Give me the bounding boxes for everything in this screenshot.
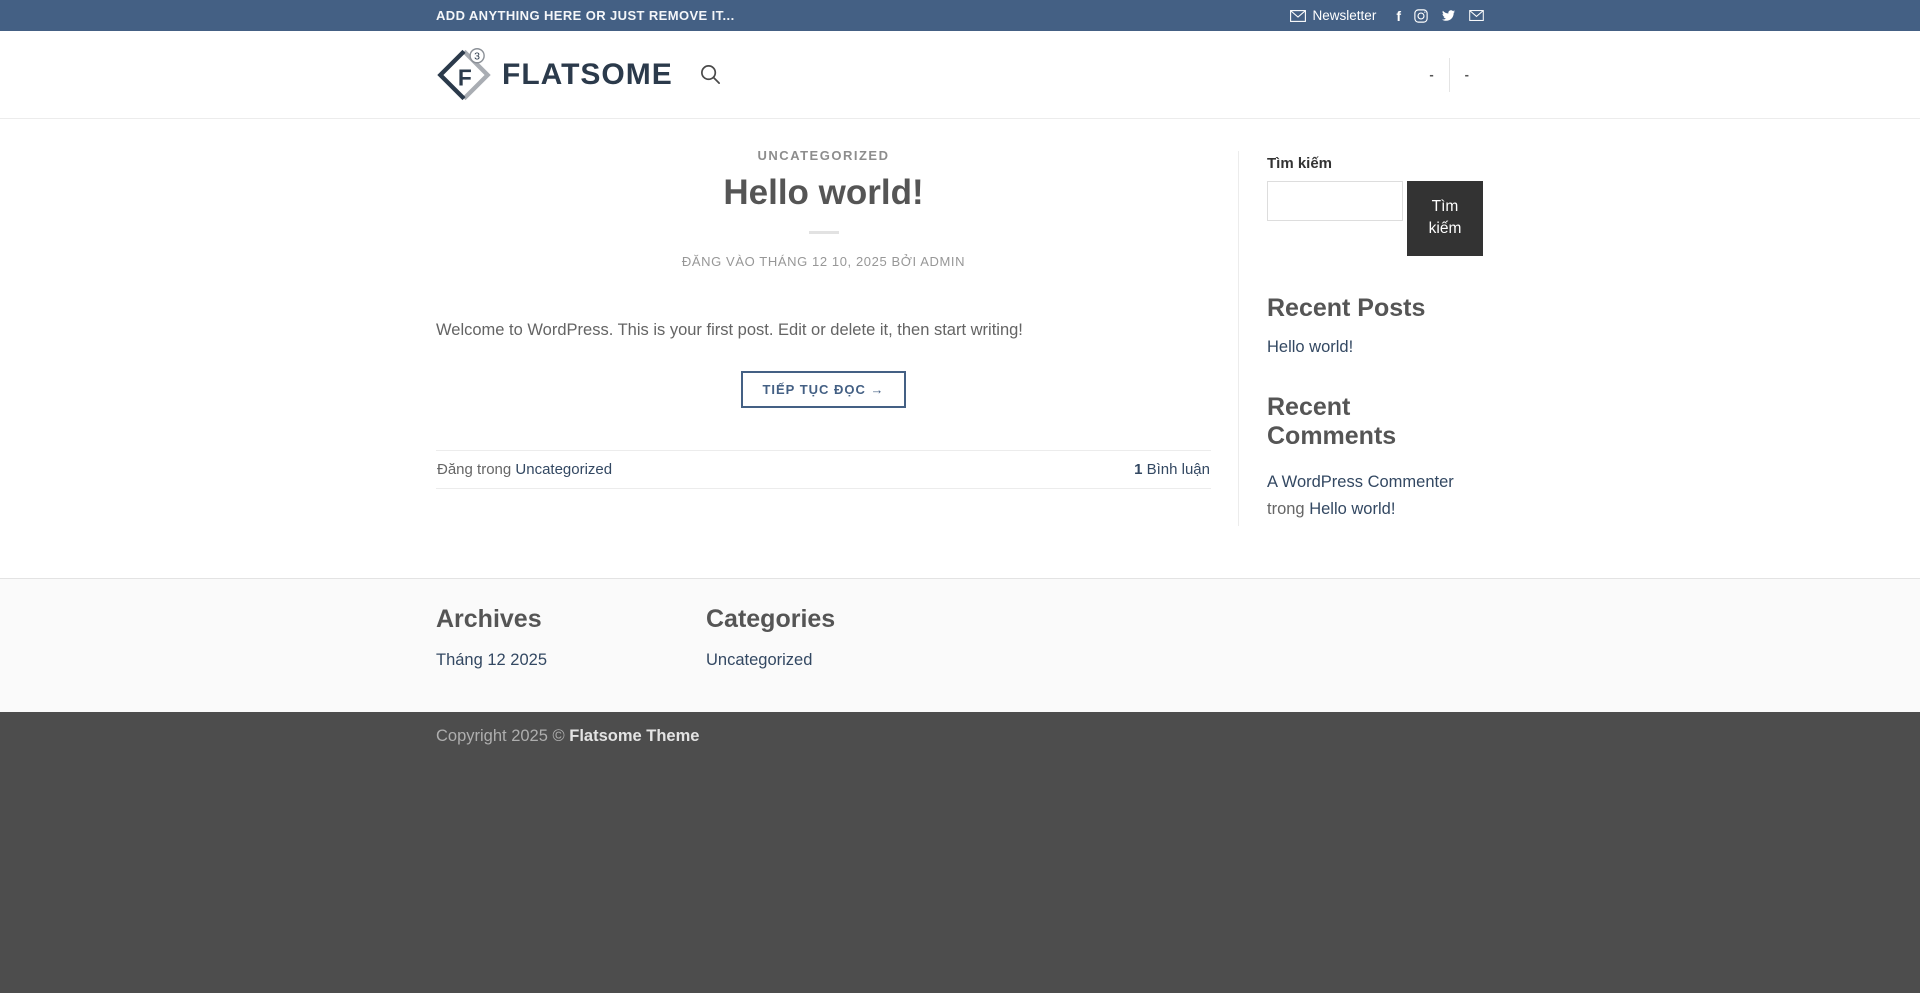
archives-title: Archives [436, 605, 706, 634]
recent-posts-title: Recent Posts [1267, 294, 1483, 323]
sidebar-search-label: Tìm kiếm [1267, 155, 1483, 172]
email-icon[interactable] [1469, 10, 1484, 21]
post-byline: ĐĂNG VÀO THÁNG 12 10, 2025 BỞI ADMIN [436, 254, 1211, 269]
header-nav: - - [1414, 58, 1484, 92]
categories-title: Categories [706, 605, 976, 634]
archive-link[interactable]: Tháng 12 2025 [436, 651, 547, 669]
sidebar: Tìm kiếm Tìm kiếm Recent Posts Hello wor… [1267, 119, 1483, 578]
comment-connector: trong [1267, 500, 1309, 518]
read-more-button[interactable]: TIẾP TỤC ĐỌC → [741, 371, 905, 408]
announcement-text: ADD ANYTHING HERE OR JUST REMOVE IT... [436, 8, 735, 23]
copyright-prefix: Copyright 2025 © [436, 727, 569, 745]
svg-text:F: F [458, 64, 472, 90]
sidebar-search-input[interactable] [1267, 181, 1403, 221]
posted-in: Đăng trong Uncategorized [437, 461, 612, 478]
recent-comments-widget: Recent Comments A WordPress Commenter tr… [1267, 393, 1483, 523]
copyright-text: Copyright 2025 © Flatsome Theme [436, 727, 1484, 746]
title-divider [809, 231, 839, 234]
nav-item-2[interactable]: - [1450, 67, 1484, 82]
search-icon[interactable] [699, 63, 722, 86]
facebook-icon[interactable]: f [1396, 9, 1401, 23]
flatsome-logo-icon: F 3 [436, 47, 492, 103]
sidebar-search-button[interactable]: Tìm kiếm [1407, 181, 1483, 256]
post-article: UNCATEGORIZED Hello world! ĐĂNG VÀO THÁN… [436, 119, 1211, 578]
posted-in-category-link[interactable]: Uncategorized [515, 461, 612, 478]
envelope-icon [1290, 10, 1306, 22]
recent-posts-widget: Recent Posts Hello world! [1267, 294, 1483, 357]
categories-widget: Categories Uncategorized [706, 605, 976, 670]
posted-in-prefix: Đăng trong [437, 461, 515, 478]
category-link[interactable]: Uncategorized [706, 651, 812, 669]
nav-item-1[interactable]: - [1414, 67, 1448, 82]
footer-widgets: Archives Tháng 12 2025 Categories Uncate… [0, 578, 1920, 712]
comment-author-link[interactable]: A WordPress Commenter [1267, 473, 1454, 491]
newsletter-link[interactable]: Newsletter [1290, 8, 1377, 23]
archives-widget: Archives Tháng 12 2025 [436, 605, 706, 670]
recent-post-link[interactable]: Hello world! [1267, 338, 1483, 357]
top-bar: ADD ANYTHING HERE OR JUST REMOVE IT... N… [0, 0, 1920, 31]
newsletter-label: Newsletter [1313, 8, 1377, 23]
post-title: Hello world! [436, 173, 1211, 213]
recent-comments-title: Recent Comments [1267, 393, 1483, 451]
post-category-link[interactable]: UNCATEGORIZED [758, 148, 890, 163]
content-sidebar-divider [1238, 151, 1239, 526]
post-meta-bar: Đăng trong Uncategorized 1 Bình luận [436, 450, 1211, 489]
main-content: UNCATEGORIZED Hello world! ĐĂNG VÀO THÁN… [436, 119, 1484, 578]
logo-text: FLATSOME [502, 58, 673, 92]
topbar-right: Newsletter f [1290, 8, 1484, 23]
site-header: F 3 FLATSOME - - [0, 31, 1920, 119]
copyright-brand: Flatsome Theme [569, 727, 699, 745]
instagram-icon[interactable] [1414, 9, 1428, 23]
logo-badge: 3 [474, 50, 480, 62]
recent-comment-entry: A WordPress Commenter trong Hello world! [1267, 469, 1483, 523]
site-logo[interactable]: F 3 FLATSOME [436, 47, 673, 103]
comment-label: Bình luận [1142, 461, 1210, 478]
page: ADD ANYTHING HERE OR JUST REMOVE IT... N… [0, 0, 1920, 993]
post-excerpt: Welcome to WordPress. This is your first… [436, 317, 1211, 343]
social-icons: f [1396, 9, 1484, 23]
sidebar-search: Tìm kiếm [1267, 181, 1483, 256]
comment-post-link[interactable]: Hello world! [1309, 500, 1395, 518]
absolute-footer: Copyright 2025 © Flatsome Theme [0, 712, 1920, 993]
twitter-icon[interactable] [1441, 9, 1456, 22]
comments-count-link[interactable]: 1 Bình luận [1134, 461, 1210, 478]
